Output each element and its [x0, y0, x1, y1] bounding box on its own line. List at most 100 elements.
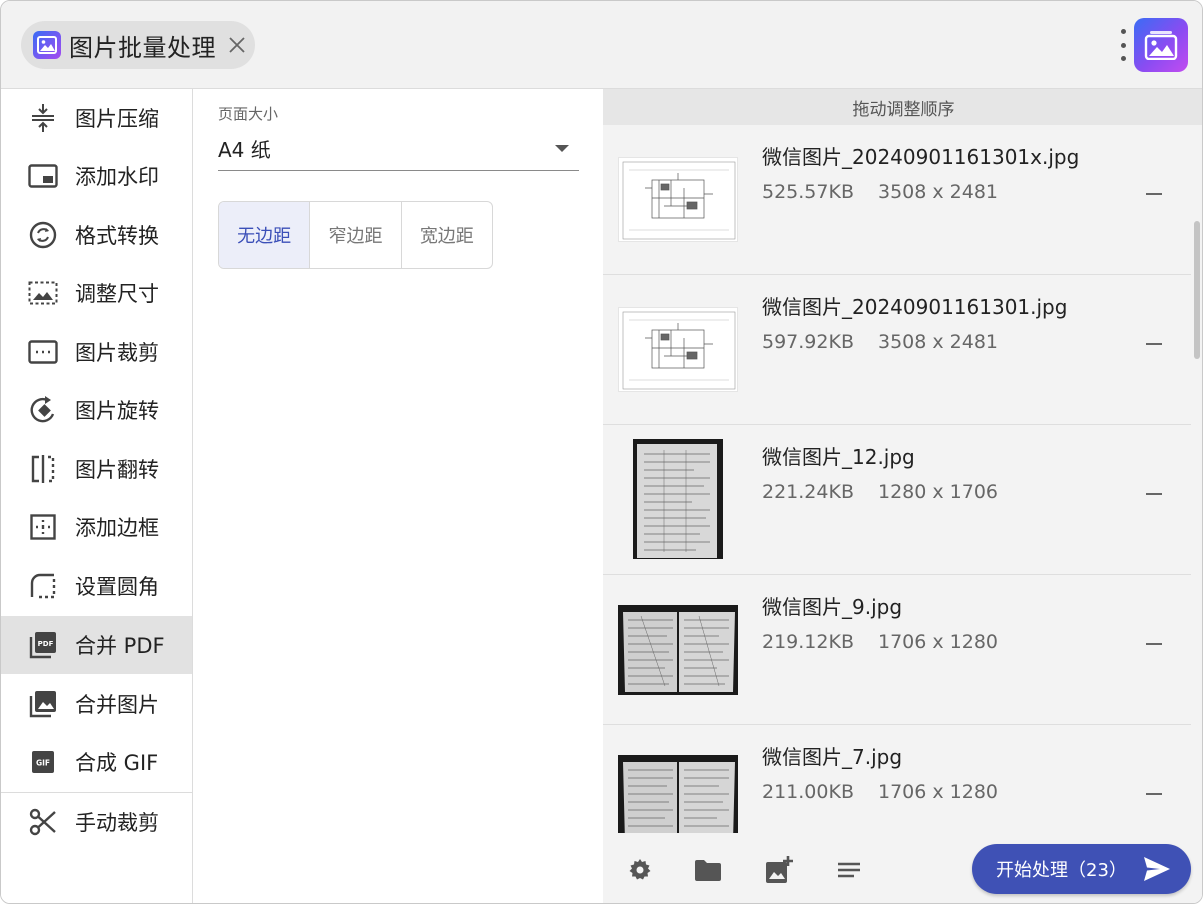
sidebar-item-label: 添加边框: [75, 516, 159, 540]
rotate-icon: [27, 394, 59, 426]
file-thumbnail: [618, 605, 738, 695]
watermark-icon: [27, 160, 59, 192]
sidebar-item-rounded-corner[interactable]: 设置圆角: [1, 557, 192, 615]
more-menu-icon[interactable]: [1113, 27, 1133, 63]
crop-icon: [27, 336, 59, 368]
app-tab-title: 图片批量处理: [69, 33, 216, 62]
file-meta: 219.12KB 1706 x 1280: [762, 631, 998, 653]
app-window: 图片批量处理 图片压缩 添加水印 格式转换 调整尺寸 图片裁剪 图片旋转 图片翻…: [0, 0, 1203, 904]
file-meta: 211.00KB 1706 x 1280: [762, 781, 998, 803]
file-dimensions: 3508 x 2481: [877, 331, 999, 353]
svg-text:GIF: GIF: [36, 759, 50, 768]
sidebar-item-merge-pdf[interactable]: PDF 合并 PDF: [1, 616, 192, 674]
file-dimensions: 1280 x 1706: [877, 481, 999, 503]
merge-images-icon: [27, 688, 59, 720]
flip-icon: [27, 453, 59, 485]
file-row[interactable]: 微信图片_20240901161301x.jpg 525.57KB 3508 x …: [603, 125, 1191, 275]
file-size: 219.12KB: [762, 631, 854, 653]
folder-icon[interactable]: [693, 855, 723, 885]
remove-file-icon[interactable]: [1145, 633, 1163, 655]
send-icon: [1144, 857, 1170, 881]
sidebar-item-label: 图片翻转: [75, 458, 159, 482]
margin-toggle-group: 无边距 窄边距 宽边距: [218, 201, 493, 269]
file-name: 微信图片_9.jpg: [762, 595, 903, 619]
sidebar-item-label: 合并图片: [75, 693, 159, 717]
sidebar-item-gif[interactable]: GIF 合成 GIF: [1, 733, 192, 791]
sidebar-item-label: 手动裁剪: [75, 811, 159, 835]
file-size: 221.24KB: [762, 481, 854, 503]
file-name: 微信图片_7.jpg: [762, 745, 903, 769]
file-name: 微信图片_20240901161301.jpg: [762, 295, 1068, 319]
sidebar-item-flip[interactable]: 图片翻转: [1, 440, 192, 498]
dropdown-arrow-icon: [555, 145, 569, 152]
sidebar-item-label: 合并 PDF: [75, 634, 165, 658]
file-row[interactable]: 微信图片_20240901161301.jpg 597.92KB 3508 x 2…: [603, 275, 1191, 425]
file-meta: 525.57KB 3508 x 2481: [762, 181, 998, 203]
file-name: 微信图片_12.jpg: [762, 445, 915, 469]
sidebar-item-convert[interactable]: 格式转换: [1, 206, 192, 264]
gif-icon: GIF: [27, 746, 59, 778]
sidebar-item-compress[interactable]: 图片压缩: [1, 89, 192, 147]
action-bar: 开始处理（23）: [603, 833, 1202, 903]
add-image-icon[interactable]: [764, 855, 794, 885]
sort-icon[interactable]: [834, 855, 864, 885]
sidebar-item-resize[interactable]: 调整尺寸: [1, 264, 192, 322]
start-processing-label: 开始处理（23）: [996, 860, 1127, 881]
page-size-label: 页面大小: [218, 105, 279, 123]
app-tab-icon: [33, 31, 61, 59]
sidebar-item-label: 合成 GIF: [75, 751, 159, 775]
drag-hint: 拖动调整顺序: [603, 89, 1202, 125]
file-row[interactable]: 微信图片_12.jpg 221.24KB 1280 x 1706: [603, 425, 1191, 575]
sidebar-item-label: 添加水印: [75, 165, 159, 189]
resize-icon: [27, 277, 59, 309]
sidebar-item-crop[interactable]: 图片裁剪: [1, 323, 192, 381]
sidebar-item-manual-crop[interactable]: 手动裁剪: [1, 793, 192, 851]
remove-file-icon[interactable]: [1145, 333, 1163, 355]
file-thumbnail: [618, 157, 738, 242]
convert-icon: [27, 219, 59, 251]
file-name: 微信图片_20240901161301x.jpg: [762, 145, 1080, 169]
close-tab-icon[interactable]: [226, 34, 248, 56]
remove-file-icon[interactable]: [1145, 183, 1163, 205]
page-size-select[interactable]: A4 纸: [218, 127, 579, 171]
settings-icon[interactable]: [625, 855, 655, 885]
margin-narrow-button[interactable]: 窄边距: [310, 202, 402, 268]
margin-wide-button[interactable]: 宽边距: [402, 202, 492, 268]
file-dimensions: 3508 x 2481: [877, 181, 999, 203]
list-scrollbar[interactable]: [1194, 221, 1200, 359]
file-list-panel: 拖动调整顺序 微信图片_20240901161301x.jpg 525.57KB…: [603, 89, 1202, 903]
file-thumbnail: [618, 755, 738, 833]
margin-none-button[interactable]: 无边距: [219, 202, 311, 268]
sidebar-item-label: 图片旋转: [75, 399, 159, 423]
start-processing-button[interactable]: 开始处理（23）: [972, 844, 1191, 894]
remove-file-icon[interactable]: [1145, 483, 1163, 505]
pdf-icon: PDF: [27, 629, 59, 661]
remove-file-icon[interactable]: [1145, 783, 1163, 805]
file-meta: 597.92KB 3508 x 2481: [762, 331, 998, 353]
file-size: 597.92KB: [762, 331, 854, 353]
file-row[interactable]: 微信图片_7.jpg 211.00KB 1706 x 1280: [603, 725, 1191, 833]
sidebar-item-label: 图片压缩: [75, 107, 159, 131]
settings-panel: 页面大小 A4 纸 无边距 窄边距 宽边距: [194, 89, 603, 903]
file-list: 微信图片_20240901161301x.jpg 525.57KB 3508 x …: [603, 125, 1193, 833]
border-icon: [27, 511, 59, 543]
file-size: 211.00KB: [762, 781, 854, 803]
sidebar-item-label: 调整尺寸: [75, 282, 159, 306]
scissors-icon: [27, 806, 59, 838]
sidebar-item-watermark[interactable]: 添加水印: [1, 147, 192, 205]
sidebar-item-label: 图片裁剪: [75, 341, 159, 365]
sidebar-item-label: 格式转换: [75, 224, 159, 248]
app-tab[interactable]: 图片批量处理: [21, 21, 255, 69]
sidebar-item-rotate[interactable]: 图片旋转: [1, 381, 192, 439]
file-row[interactable]: 微信图片_9.jpg 219.12KB 1706 x 1280: [603, 575, 1191, 725]
sidebar-item-border[interactable]: 添加边框: [1, 498, 192, 556]
sidebar-item-merge-images[interactable]: 合并图片: [1, 675, 192, 733]
compress-icon: [27, 102, 59, 134]
sidebar-item-label: 设置圆角: [75, 575, 159, 599]
file-meta: 221.24KB 1280 x 1706: [762, 481, 998, 503]
app-logo-icon: [1134, 18, 1188, 72]
title-bar: 图片批量处理: [1, 1, 1202, 89]
file-size: 525.57KB: [762, 181, 854, 203]
rounded-corner-icon: [27, 570, 59, 602]
page-size-value: A4 纸: [218, 138, 271, 162]
